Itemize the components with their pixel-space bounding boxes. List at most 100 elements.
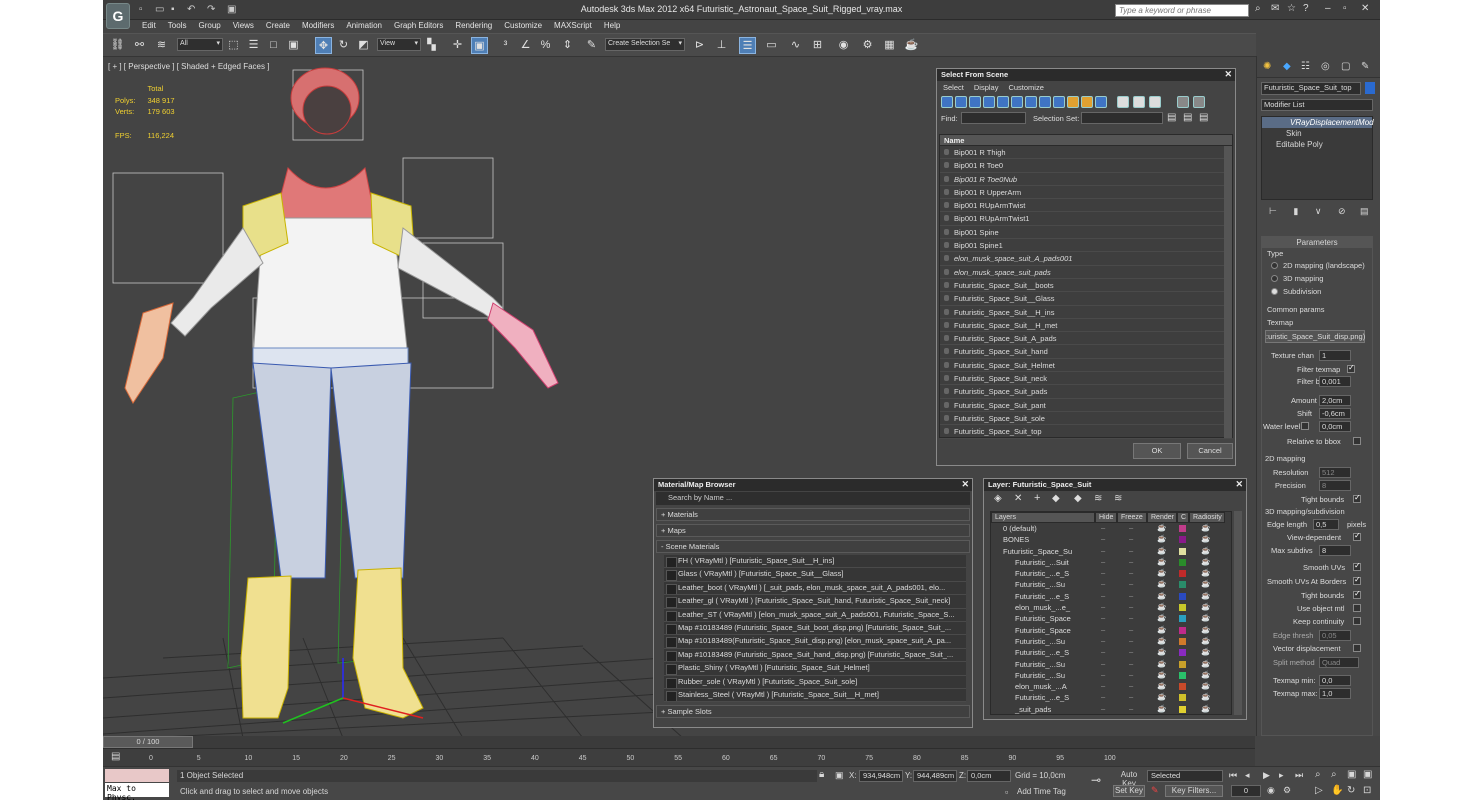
scene-object-row[interactable]: Futuristic_Space_Suit_hand — [940, 345, 1232, 359]
edge-thresh-spinner[interactable]: 0,05 — [1319, 630, 1351, 641]
material-list-item[interactable]: Rubber_sole ( VRayMtl ) [Futuristic_Spac… — [664, 675, 966, 689]
previous-frame-icon[interactable]: ◂ — [1245, 770, 1250, 781]
hide-toggle[interactable]: – — [1101, 681, 1105, 690]
bind-space-warp-icon[interactable]: ≋ — [153, 37, 170, 54]
hide-toggle[interactable]: – — [1101, 636, 1105, 645]
display-bones-icon[interactable] — [1053, 96, 1065, 108]
scene-object-row[interactable]: Futuristic_Space_Suit__boots — [940, 279, 1232, 293]
scene-object-row[interactable]: Futuristic_Space_Suit_Helmet — [940, 359, 1232, 373]
display-none-icon[interactable] — [1133, 96, 1145, 108]
scene-object-row[interactable]: elon_musk_space_suit_A_pads001 — [940, 252, 1232, 266]
sfs-menu-customize[interactable]: Customize — [1008, 83, 1043, 92]
render-teapot-icon[interactable]: ☕ — [1157, 704, 1166, 713]
filter-icon[interactable] — [1177, 96, 1189, 108]
scene-object-row[interactable]: Bip001 RUpArmTwist — [940, 199, 1232, 213]
add-time-tag[interactable]: Add Time Tag — [1017, 787, 1066, 796]
select-object-icon[interactable]: ⬚ — [225, 37, 242, 54]
window-crossing-icon[interactable]: ▣ — [285, 37, 302, 54]
render-teapot-icon[interactable]: ☕ — [1157, 602, 1166, 611]
texmap-max-spinner[interactable]: 1,0 — [1319, 688, 1351, 699]
select-manipulate-icon[interactable]: ✛ — [449, 37, 466, 54]
z-coordinate-field[interactable]: 0,0cm — [967, 770, 1011, 782]
zoom-all-icon[interactable]: ⌕ — [1331, 769, 1337, 780]
named-selection-set-dropdown[interactable]: Create Selection Se — [605, 38, 685, 51]
hide-toggle[interactable]: – — [1101, 591, 1105, 600]
sfs-menu-display[interactable]: Display — [974, 83, 999, 92]
select-invert-icon[interactable]: ▤ — [1199, 112, 1208, 123]
zoom-extents-icon[interactable]: ▣ — [1347, 769, 1356, 780]
render-setup-icon[interactable]: ⚙ — [859, 37, 876, 54]
render-teapot-icon[interactable]: ☕ — [1157, 579, 1166, 588]
layer-color-swatch[interactable] — [1179, 570, 1186, 578]
menu-create[interactable]: Create — [260, 20, 296, 32]
current-frame-field[interactable]: 0 — [1231, 785, 1261, 797]
show-end-result-icon[interactable]: ▮ — [1293, 206, 1298, 216]
curve-editor-icon[interactable]: ∿ — [787, 37, 804, 54]
orbit-icon[interactable]: ↻ — [1347, 785, 1355, 796]
key-mode-toggle-icon[interactable]: ◉ — [1267, 785, 1275, 796]
shift-spinner[interactable]: -0,6cm — [1319, 408, 1351, 419]
ok-button[interactable]: OK — [1133, 443, 1181, 459]
schematic-view-icon[interactable]: ⊞ — [809, 37, 826, 54]
view-dependent-checkbox[interactable] — [1353, 531, 1361, 541]
maps-section[interactable]: + Maps — [656, 524, 970, 537]
freeze-toggle[interactable]: – — [1129, 704, 1133, 713]
menu-customize[interactable]: Customize — [498, 20, 548, 32]
radiosity-teapot-icon[interactable]: ☕ — [1201, 546, 1210, 555]
pivot-center-icon[interactable]: ▚ — [423, 37, 440, 54]
freeze-toggle[interactable]: – — [1129, 546, 1133, 555]
layer-manager-icon[interactable]: ☰ — [739, 37, 756, 54]
radiosity-teapot-icon[interactable]: ☕ — [1201, 704, 1210, 713]
freeze-toggle[interactable]: – — [1129, 647, 1133, 656]
freeze-toggle[interactable]: – — [1129, 659, 1133, 668]
layer-color-swatch[interactable] — [1179, 683, 1186, 691]
time-tag-icon[interactable]: ▫ — [1005, 787, 1008, 797]
display-all-icon[interactable] — [1117, 96, 1129, 108]
mirror-icon[interactable]: ⊳ — [691, 37, 708, 54]
reference-coordinate-dropdown[interactable]: View — [377, 38, 421, 51]
radiosity-teapot-icon[interactable]: ☕ — [1201, 670, 1210, 679]
key-mode-dropdown[interactable]: Selected — [1147, 770, 1223, 782]
freeze-toggle[interactable]: – — [1129, 613, 1133, 622]
layer-row[interactable]: Futuristic_...e_S – – ☕ ☕ — [991, 568, 1231, 579]
absolute-mode-icon[interactable]: ▣ — [835, 770, 844, 781]
render-production-icon[interactable]: ☕ — [903, 37, 920, 54]
maximize-icon[interactable]: ▫ — [1343, 3, 1347, 14]
menu-graph-editors[interactable]: Graph Editors — [388, 20, 449, 32]
object-color-swatch[interactable] — [1365, 82, 1375, 94]
stack-item-skin[interactable]: Skin — [1262, 128, 1372, 139]
hide-toggle[interactable]: – — [1101, 647, 1105, 656]
freeze-toggle[interactable]: – — [1129, 670, 1133, 679]
render-teapot-icon[interactable]: ☕ — [1157, 625, 1166, 634]
align-icon[interactable]: ⊥ — [713, 37, 730, 54]
hide-toggle[interactable]: – — [1101, 659, 1105, 668]
render-teapot-icon[interactable]: ☕ — [1157, 659, 1166, 668]
material-editor-icon[interactable]: ◉ — [835, 37, 852, 54]
filter-texmap-checkbox[interactable] — [1347, 363, 1355, 373]
layer-color-swatch[interactable] — [1179, 626, 1186, 634]
layer-row[interactable]: elon_musk_...A – – ☕ ☕ — [991, 681, 1231, 692]
render-teapot-icon[interactable]: ☕ — [1157, 636, 1166, 645]
radiosity-teapot-icon[interactable]: ☕ — [1201, 579, 1210, 588]
layer-row[interactable]: Futuristic_...Su – – ☕ ☕ — [991, 636, 1231, 647]
layer-scrollbar[interactable] — [1234, 511, 1242, 715]
field-of-view-icon[interactable]: ▷ — [1315, 785, 1323, 796]
material-list-item[interactable]: Leather_ST ( VRayMtl ) [elon_musk_space_… — [664, 608, 966, 622]
y-coordinate-field[interactable]: 944,489cm — [913, 770, 957, 782]
layer-color-swatch[interactable] — [1179, 660, 1186, 668]
rendered-frame-window-icon[interactable]: ▦ — [881, 37, 898, 54]
display-helpers-icon[interactable] — [997, 96, 1009, 108]
maxscript-listener[interactable] — [105, 769, 169, 782]
radiosity-teapot-icon[interactable]: ☕ — [1201, 681, 1210, 690]
snaps-toggle-icon[interactable]: ³ — [497, 37, 514, 54]
layer-row[interactable]: Futuristic_...Suit – – ☕ ☕ — [991, 557, 1231, 568]
relative-bbox-checkbox[interactable] — [1353, 437, 1361, 445]
x-coordinate-field[interactable]: 934,948cm — [859, 770, 903, 782]
display-geometry-icon[interactable] — [941, 96, 953, 108]
layer-row[interactable]: Futuristic_...e_S – – ☕ ☕ — [991, 647, 1231, 658]
radiosity-teapot-icon[interactable]: ☕ — [1201, 568, 1210, 577]
search-icon[interactable]: ⌕ — [1255, 3, 1261, 14]
layer-row[interactable]: Futuristic_...Su – – ☕ ☕ — [991, 579, 1231, 590]
radiosity-teapot-icon[interactable]: ☕ — [1201, 557, 1210, 566]
freeze-toggle[interactable]: – — [1129, 534, 1133, 543]
